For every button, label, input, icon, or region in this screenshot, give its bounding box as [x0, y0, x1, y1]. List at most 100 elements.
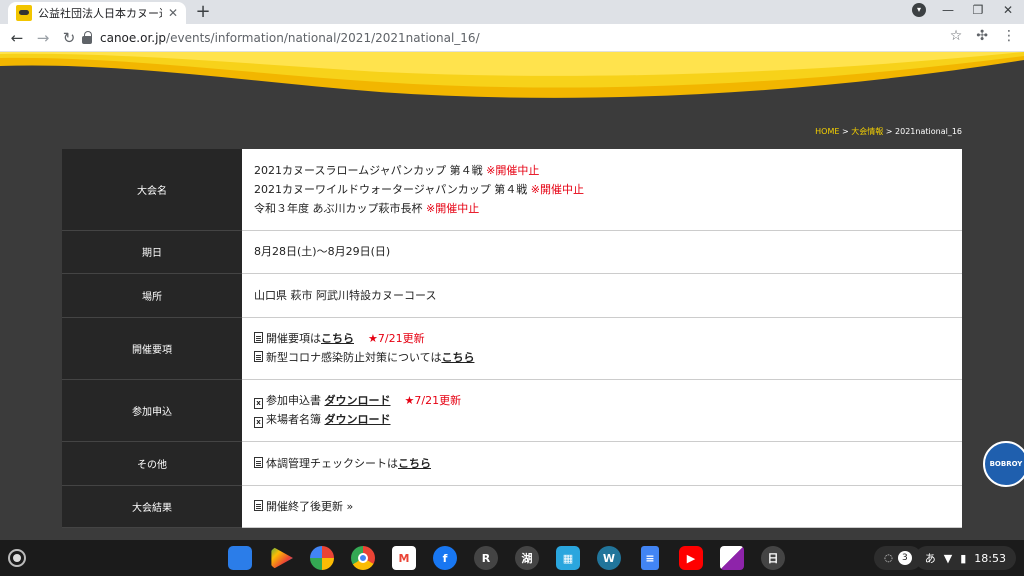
event-name-3: 令和３年度 あぶ川カップ萩市長杯 — [254, 201, 426, 215]
grid-app-icon[interactable]: ▦ — [556, 546, 580, 570]
ime-indicator: あ — [924, 552, 936, 565]
gmail-icon[interactable]: M — [392, 546, 416, 570]
excel-icon: x — [254, 398, 263, 409]
row-label-results: 大会結果 — [62, 485, 242, 528]
health-check-text: 体調管理チェックシートは — [266, 456, 398, 470]
chrome-icon[interactable] — [351, 546, 375, 570]
table-row: 開催要項 開催要項はこちら ★7/21更新 新型コロナ感染防止対策についてはこち… — [62, 317, 962, 380]
event-date: 8月28日(土)〜8月29日(日) — [242, 230, 962, 274]
covid-measures-link[interactable]: こちら — [441, 351, 474, 364]
update-note: ★7/21更新 — [404, 394, 462, 407]
facebook-icon[interactable]: f — [433, 546, 457, 570]
tab-strip: 公益社団法人日本カヌー連盟 ✕ + ▾ — ❐ ✕ — [0, 0, 1024, 24]
app-lake-icon[interactable]: 湖 — [515, 546, 539, 570]
table-row: 場所 山口県 萩市 阿武川特設カヌーコース — [62, 273, 962, 318]
os-shelf: M f R 湖 ▦ W ≡ ▶ 日 ◌ 3 あ ▼ ▮ 18:53 — [0, 540, 1024, 576]
visitor-list-download-link[interactable]: ダウンロード — [325, 413, 391, 426]
row-label-entry: 参加申込 — [62, 379, 242, 442]
pdf-icon — [254, 456, 263, 468]
pinned-apps: M f R 湖 ▦ W ≡ ▶ 日 — [228, 546, 785, 570]
browser-tab[interactable]: 公益社団法人日本カヌー連盟 ✕ — [8, 2, 186, 24]
messenger-icon: ◌ — [884, 552, 893, 564]
wifi-icon: ▼ — [943, 551, 953, 565]
event-venue: 山口県 萩市 阿武川特設カヌーコース — [242, 273, 962, 318]
status-tray[interactable]: あ ▼ ▮ 18:53 — [914, 546, 1016, 570]
guidelines-text: 開催要項は — [266, 332, 321, 345]
header-wave — [0, 52, 1024, 112]
other-cell: 体調管理チェックシートはこちら — [242, 441, 962, 486]
extensions-icon[interactable]: ✣ — [976, 28, 988, 44]
pdf-icon — [254, 351, 263, 362]
visitor-list-text: 来場者名簿 — [266, 413, 325, 426]
cancel-status: ※開催中止 — [530, 182, 584, 196]
cancel-status: ※開催中止 — [426, 201, 480, 215]
table-row: その他 体調管理チェックシートはこちら — [62, 441, 962, 486]
docs-icon[interactable]: ≡ — [641, 546, 659, 570]
menu-icon[interactable]: ⋮ — [1002, 28, 1016, 44]
guidelines-cell: 開催要項はこちら ★7/21更新 新型コロナ感染防止対策についてはこちら — [242, 317, 962, 380]
tab-search-icon[interactable]: ▾ — [912, 3, 926, 17]
address-bar[interactable]: canoe.or.jp/events/information/national/… — [82, 27, 962, 49]
files-icon[interactable] — [228, 546, 252, 570]
row-label-venue: 場所 — [62, 273, 242, 318]
tab-title: 公益社団法人日本カヌー連盟 — [38, 7, 162, 20]
app-day-icon[interactable]: 日 — [761, 546, 785, 570]
clock: 18:53 — [974, 551, 1006, 565]
url-path: /events/information/national/2021/2021na… — [166, 31, 480, 45]
back-icon[interactable]: ← — [4, 29, 30, 47]
event-name-2: 2021カヌーワイルドウォータージャパンカップ 第４戦 — [254, 182, 531, 196]
cancel-status: ※開催中止 — [486, 163, 540, 177]
table-row: 参加申込 x 参加申込書 ダウンロード ★7/21更新 x 来場者名簿 ダウンロード — [62, 379, 962, 442]
bobroy-badge[interactable]: BOBROY — [983, 441, 1024, 487]
excel-icon: x — [254, 417, 263, 428]
forward-icon[interactable]: → — [30, 29, 56, 47]
row-label-other: その他 — [62, 441, 242, 486]
bookmark-star-icon[interactable]: ☆ — [950, 28, 963, 44]
results-cell: 開催終了後更新 » — [242, 485, 962, 528]
close-window-icon[interactable]: ✕ — [1000, 3, 1016, 17]
url-text[interactable]: canoe.or.jp/events/information/national/… — [100, 31, 480, 45]
breadcrumb-separator: > — [839, 127, 852, 136]
breadcrumb-separator: > — [883, 127, 896, 136]
row-label-date: 期日 — [62, 230, 242, 274]
restore-icon[interactable]: ❐ — [970, 3, 986, 17]
covid-text: 新型コロナ感染防止対策については — [266, 351, 442, 364]
notification-count: 3 — [897, 551, 912, 565]
entry-form-download-link[interactable]: ダウンロード — [325, 394, 391, 407]
update-note: ★7/21更新 — [368, 332, 425, 345]
guidelines-link[interactable]: こちら — [321, 332, 354, 345]
battery-icon: ▮ — [960, 551, 967, 565]
app-r-icon[interactable]: R — [474, 546, 498, 570]
event-name-1: 2021カヌースラロームジャパンカップ 第４戦 — [254, 163, 487, 177]
table-row: 大会名 2021カヌースラロームジャパンカップ 第４戦 ※開催中止 2021カヌ… — [62, 149, 962, 231]
entry-form-text: 参加申込書 — [266, 394, 325, 407]
table-row: 期日 8月28日(土)〜8月29日(日) — [62, 230, 962, 274]
window-controls: ▾ — ❐ ✕ — [912, 3, 1016, 17]
row-label-name: 大会名 — [62, 149, 242, 231]
launcher-icon[interactable] — [8, 549, 26, 567]
minimize-icon[interactable]: — — [940, 3, 956, 17]
breadcrumb-section-link[interactable]: 大会情報 — [851, 127, 883, 136]
site-favicon-icon — [16, 5, 32, 21]
tab-close-icon[interactable]: ✕ — [168, 6, 178, 20]
web-page: HOME > 大会情報 > 2021national_16 大会名 2021カヌ… — [0, 52, 1024, 540]
play-store-icon[interactable] — [271, 546, 293, 570]
new-tab-button[interactable]: + — [193, 2, 213, 22]
table-row: 大会結果 開催終了後更新 » — [62, 485, 962, 528]
breadcrumb-current: 2021national_16 — [895, 127, 962, 136]
wordpress-icon[interactable]: W — [597, 546, 621, 570]
event-info-table: 大会名 2021カヌースラロームジャパンカップ 第４戦 ※開催中止 2021カヌ… — [62, 149, 962, 528]
breadcrumb-home-link[interactable]: HOME — [815, 127, 839, 136]
youtube-icon[interactable]: ▶ — [679, 546, 703, 570]
triangle-app-icon[interactable] — [720, 546, 744, 570]
pdf-icon — [254, 499, 263, 511]
photos-icon[interactable] — [310, 546, 334, 570]
pdf-icon — [254, 332, 263, 343]
reload-icon[interactable]: ↻ — [56, 29, 82, 47]
row-label-guidelines: 開催要項 — [62, 317, 242, 380]
toolbar-actions: ☆ ✣ ⋮ — [950, 28, 1016, 44]
entry-cell: x 参加申込書 ダウンロード ★7/21更新 x 来場者名簿 ダウンロード — [242, 379, 962, 442]
breadcrumb: HOME > 大会情報 > 2021national_16 — [815, 126, 962, 137]
health-check-link[interactable]: こちら — [398, 457, 431, 470]
lock-icon[interactable] — [82, 30, 92, 44]
